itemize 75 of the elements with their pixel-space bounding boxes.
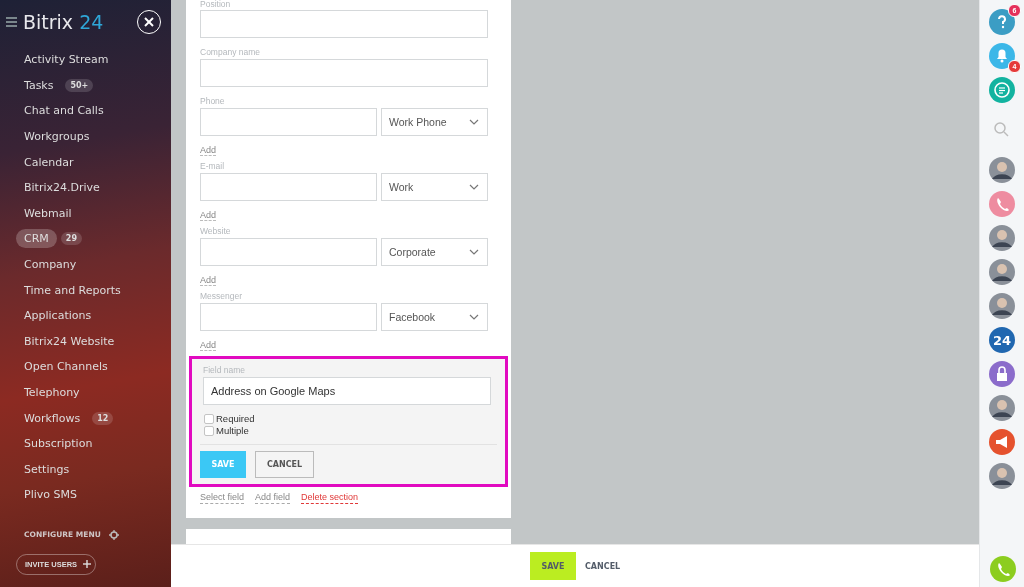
add-link[interactable]: Add [200,340,216,351]
menu-icon [6,16,17,28]
close-icon [144,17,154,27]
counter-badge: 12 [92,411,114,425]
chevron-down-icon [469,184,479,190]
menu-item[interactable]: Plivo SMS [16,485,85,505]
type-dropdown[interactable]: Work [381,173,488,201]
field-name-input[interactable]: Address on Google Maps [203,377,491,405]
add-link[interactable]: Add [200,275,216,286]
phone-icon[interactable] [989,191,1015,217]
menu-item[interactable]: Time and Reports [16,280,129,300]
field-label: E-mail [200,161,225,172]
type-dropdown[interactable]: Corporate [381,238,488,266]
action-link[interactable]: Add field [255,492,291,504]
app-logo[interactable]: 24 [989,327,1015,353]
field-label: Phone [200,96,225,107]
menu-item[interactable]: Bitrix24 Website [16,331,123,351]
delete-link[interactable]: Delete section [301,492,359,504]
menu-item[interactable]: Workgroups [16,127,98,147]
menu-item[interactable]: Webmail [16,203,80,223]
menu-item[interactable]: Subscription [16,434,101,454]
field-label: Company name [200,47,260,58]
chevron-down-icon [469,314,479,320]
chevron-down-icon [469,249,479,255]
menu-item[interactable]: Settings [16,459,78,479]
checkbox[interactable] [204,414,214,424]
add-link[interactable]: Add [200,210,216,221]
type-dropdown[interactable]: Work Phone [381,108,488,136]
megaphone-icon[interactable] [989,429,1015,455]
cancel-button[interactable]: CANCEL [255,451,314,478]
input-field[interactable] [200,303,377,331]
menu-item[interactable]: Open Channels [16,357,116,377]
checkbox-label: Required [216,413,255,425]
menu-item[interactable]: Workflows [16,408,89,428]
menu-item[interactable]: Calendar [16,152,82,172]
help-icon[interactable] [989,9,1015,35]
add-link[interactable]: Add [200,145,216,156]
avatar-icon[interactable] [989,225,1015,251]
checkbox[interactable] [204,426,214,436]
chevron-down-icon [469,119,479,125]
menu-item[interactable]: Applications [16,306,100,326]
cancel-button[interactable]: CANCEL [585,561,621,571]
field-label: Position [200,0,231,9]
counter-badge: 29 [60,232,82,246]
menu-item[interactable]: Chat and Calls [16,101,112,121]
avatar-icon[interactable] [989,293,1015,319]
logo: Bitrix 24 [23,11,105,33]
avatar-icon[interactable] [989,463,1015,489]
phone-icon[interactable] [990,556,1016,582]
type-dropdown[interactable]: Facebook [381,303,488,331]
chat-icon[interactable] [989,77,1015,103]
avatar-icon[interactable] [989,395,1015,421]
menu-item[interactable]: Company [16,255,85,275]
input-field[interactable] [200,108,377,136]
menu-item[interactable]: CRM [16,229,57,249]
lock-icon[interactable] [989,361,1015,387]
gear-icon [108,529,119,540]
counter-badge: 50+ [65,78,94,92]
avatar-icon[interactable] [989,157,1015,183]
field-label: Messenger [200,291,243,302]
checkbox-label: Multiple [216,425,249,437]
input-field[interactable] [200,59,488,87]
field-label: Website [200,226,231,237]
menu-item[interactable]: Telephony [16,383,88,402]
input-field[interactable] [200,238,377,266]
save-button[interactable]: SAVE [530,552,576,580]
plus-icon [83,560,92,569]
input-field[interactable] [200,173,377,201]
menu-item[interactable]: Activity Stream [16,50,117,70]
action-link[interactable]: Select field [200,492,245,504]
menu-item[interactable]: Tasks [16,75,62,95]
bell-icon[interactable] [989,43,1015,69]
menu-item[interactable]: Bitrix24.Drive [16,178,108,198]
avatar-icon[interactable] [989,259,1015,285]
input-field[interactable] [200,10,488,38]
